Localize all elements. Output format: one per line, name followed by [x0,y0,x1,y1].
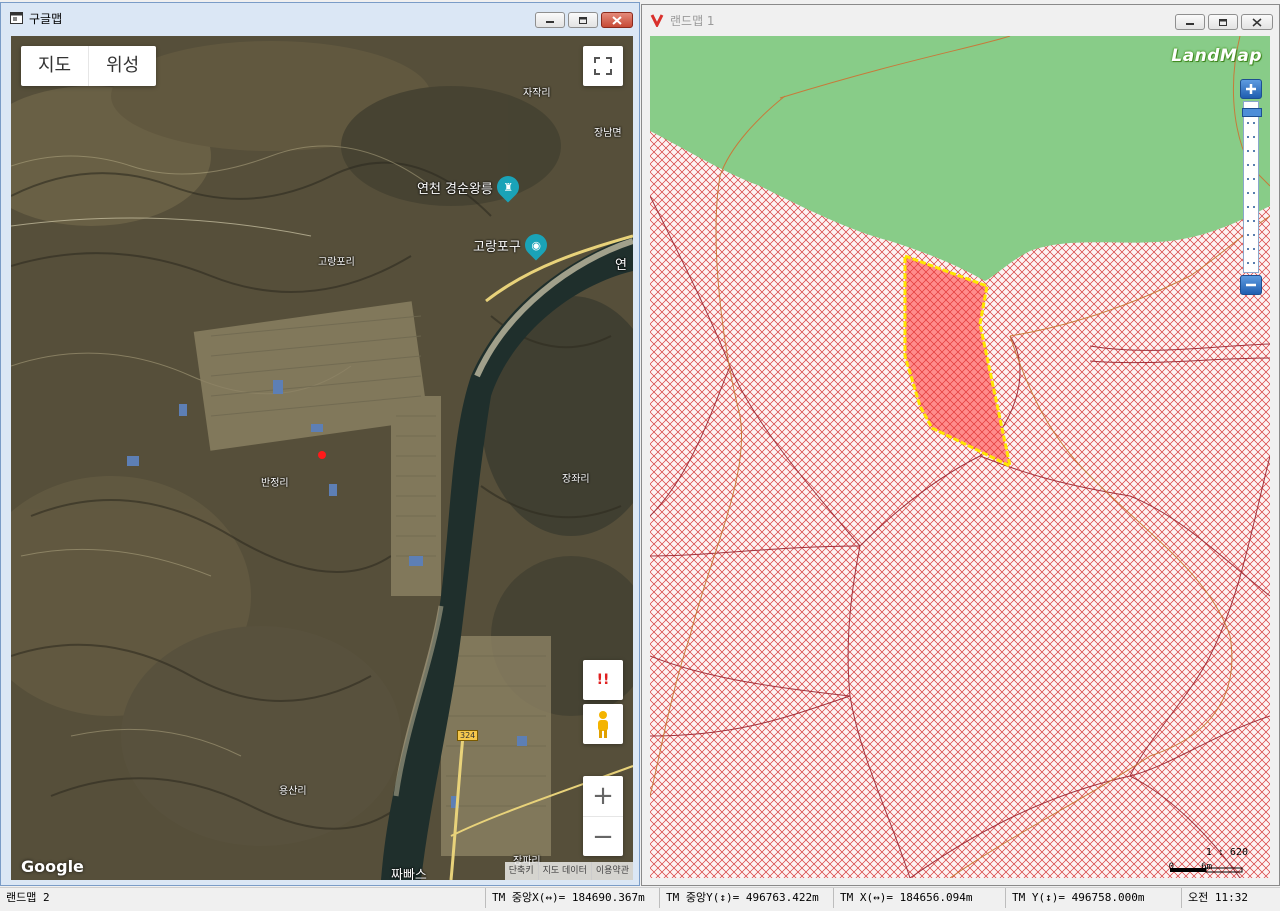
place-label: 자작리 [523,88,551,99]
close-icon [612,15,622,25]
fullscreen-button[interactable] [583,46,623,86]
satellite-imagery [11,36,633,880]
map-type-satellite-button[interactable]: 위성 [88,46,156,86]
scale-end-label: 6m [1201,862,1212,872]
zoom-handle[interactable] [1242,108,1262,117]
zoom-slider[interactable] [1240,79,1262,295]
route-shield: 324 [457,730,479,741]
satellite-map[interactable]: 지도 위성 자작리 장남면 고랑포리 반정리 장좌리 용산리 장파리 연 연천 … [11,36,633,880]
plus-icon [1246,84,1256,94]
poi-gorangpo[interactable]: 고랑포구 ◉ [473,229,552,261]
place-label: 반정리 [261,478,289,489]
camera-icon: ◉ [520,229,552,261]
parcel-map-canvas [650,36,1270,878]
status-tm-center-y: TM 중앙Y(↕)= 496763.422m [660,888,834,908]
report-button[interactable]: !! [583,660,623,700]
status-tm-center-x: TM 중앙X(↔)= 184690.367m [486,888,660,908]
zoom-out-button[interactable]: − [583,817,623,857]
map-type-toggle[interactable]: 지도 위성 [21,46,157,86]
map-data-link[interactable]: 지도 데이터 [537,862,591,880]
place-label: 연 [615,258,627,273]
title-bar[interactable]: 랜드맵 1 [642,5,1279,35]
landmap-app-icon [650,13,664,27]
minimize-button[interactable] [535,12,565,28]
google-logo: Google [21,857,84,876]
fullscreen-icon [594,57,612,75]
poi-label: 연천 경순왕릉 [417,181,493,197]
scale-ratio: 1 : 620 [1205,847,1248,858]
shortcuts-link[interactable]: 단축키 [505,862,538,880]
maximize-button[interactable] [1208,14,1238,30]
terms-link[interactable]: 이용약관 [590,862,633,880]
cadastral-map[interactable]: LandMap 1 : 620 0 6m [650,36,1270,878]
restore-icon [579,16,587,24]
zoom-control: + − [583,776,623,856]
zoom-in-button[interactable] [1240,79,1262,99]
minus-icon [1246,283,1256,287]
zoom-track[interactable] [1242,101,1262,273]
google-map-window[interactable]: 구글맵 지도 위성 자작리 장남면 고랑포리 반정리 장좌리 용산리 연 연천 … [0,2,640,886]
scale-start-label: 0 [1168,862,1174,872]
castle-icon: ♜ [492,171,524,203]
zoom-out-button[interactable] [1240,275,1262,295]
app-icon [9,11,23,25]
restore-icon [1219,18,1227,26]
status-tm-x: TM X(↔)= 184656.094m [834,888,1006,908]
place-label: 장남면 [594,128,622,139]
close-button[interactable] [601,12,633,28]
close-icon [1252,17,1262,27]
minimize-icon [546,21,554,23]
map-footer: 단축키 지도 데이터 이용약관 [504,862,633,880]
minimize-button[interactable] [1175,14,1205,30]
status-bar: 랜드맵 2 TM 중앙X(↔)= 184690.367m TM 중앙Y(↕)= … [0,887,1280,911]
status-tm-y: TM Y(↕)= 496758.000m [1006,888,1182,908]
place-label: 용산리 [279,786,307,797]
status-clock: 오전 11:32 [1188,891,1248,904]
maximize-button[interactable] [568,12,598,28]
window-title: 랜드맵 1 [670,13,715,28]
minimize-icon [1186,23,1194,25]
map-type-map-button[interactable]: 지도 [21,46,88,86]
close-button[interactable] [1241,14,1273,30]
place-label: 고랑포리 [318,257,355,268]
zoom-ticks [1247,122,1255,264]
alert-icon: !! [596,672,610,688]
poi-label: 고랑포구 [473,239,521,255]
title-bar[interactable]: 구글맵 [1,3,639,33]
status-app-name: 랜드맵 2 [0,888,486,908]
place-label: 짜빠스 [391,868,427,880]
street-view-button[interactable] [583,704,623,744]
pegman-icon [598,711,608,738]
window-title: 구글맵 [29,11,63,26]
zoom-in-button[interactable]: + [583,776,623,817]
place-label: 장좌리 [562,474,590,485]
poi-gyeongsun-tomb[interactable]: 연천 경순왕릉 ♜ [417,171,524,203]
landmap-logo: LandMap [1171,46,1262,66]
